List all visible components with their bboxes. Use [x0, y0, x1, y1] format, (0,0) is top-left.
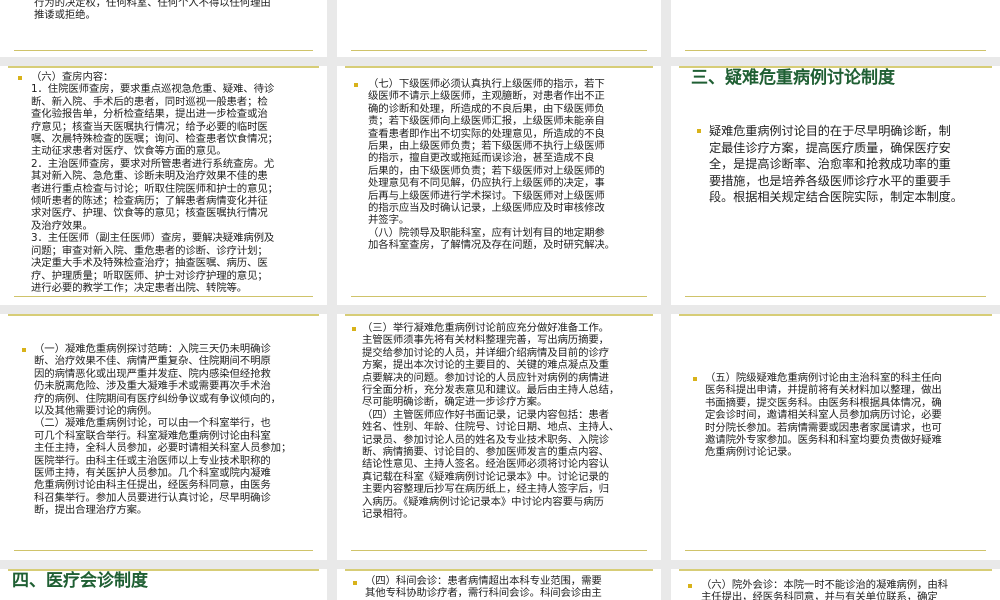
slide-text: （一）凝难危重病例探讨范畴：入院三天仍未明确诊 断、治疗效果不佳、病情严重复杂、…: [34, 343, 292, 517]
slide-text: （六）查房内容： 1．住院医师查房，要求重点巡视急危重、疑难、待诊 断、新入院、…: [31, 71, 278, 294]
slide-top-center: [337, 0, 661, 57]
slide-text: （四）科间会诊：患者病情超出本科专业范围，需要 其他专科协助诊疗者，需行科间会诊…: [365, 575, 602, 600]
gap-col-1: [327, 0, 337, 600]
slide-bottom-right: （六）院外会诊：本院一时不能诊治的凝难病例，由科 主任提出，经医务科同意，并与有…: [671, 569, 1000, 600]
slide-low-center: （三）举行凝难危重病例讨论前应充分做好准备工作。 主管医师须事先将有关材料整理完…: [337, 314, 661, 560]
slide-top-rule: [8, 66, 319, 68]
slide-bottom-rule: [685, 296, 986, 297]
slide-top-rule: [679, 569, 992, 571]
slide-bottom-rule: [685, 50, 986, 51]
slide-heading: 三、疑难危重病例讨论制度: [691, 68, 895, 88]
bullet-icon: [352, 327, 356, 331]
slide-bottom-center: （四）科间会诊：患者病情超出本科专业范围，需要 其他专科协助诊疗者，需行科间会诊…: [337, 569, 661, 600]
slide-heading: 四、医疗会诊制度: [12, 571, 148, 591]
slide-text: 行为的决定权，任何科室、任何个人不得以任何理由 推诿或拒绝。: [34, 0, 271, 22]
bullet-icon: [693, 377, 697, 381]
slide-top-rule: [679, 314, 992, 316]
slide-bottom-rule: [351, 50, 647, 51]
gap-row-1: [0, 57, 1000, 66]
slide-bottom-left: 四、医疗会诊制度: [0, 569, 327, 600]
slide-text: 疑难危重病例讨论目的在于尽早明确诊断，制 定最佳诊疗方案，提高医疗质量，确保医疗…: [709, 124, 963, 204]
bullet-icon: [697, 129, 701, 133]
slide-bottom-rule: [351, 550, 647, 551]
bullet-icon: [18, 76, 22, 80]
slide-top-rule: [8, 314, 319, 316]
slide-top-rule: [345, 569, 653, 571]
bullet-icon: [688, 584, 692, 588]
slide-top-rule: [345, 66, 653, 68]
slide-top-left: 行为的决定权，任何科室、任何个人不得以任何理由 推诿或拒绝。: [0, 0, 327, 57]
slide-text: （三）举行凝难危重病例讨论前应充分做好准备工作。 主管医师须事先将有关材料整理完…: [362, 322, 620, 521]
slide-bottom-rule: [685, 550, 986, 551]
gap-row-3: [0, 560, 1000, 569]
slide-mid-left: （六）查房内容： 1．住院医师查房，要求重点巡视急危重、疑难、待诊 断、新入院、…: [0, 66, 327, 305]
slide-low-left: （一）凝难危重病例探讨范畴：入院三天仍未明确诊 断、治疗效果不佳、病情严重复杂、…: [0, 314, 327, 560]
slide-bottom-rule: [14, 550, 313, 551]
slide-text: （五）院级疑难危重病例讨论由主治科室的科主任向 医务科提出申请，并提前将有关材料…: [705, 372, 942, 459]
slide-top-rule: [345, 314, 653, 316]
slide-low-right: （五）院级疑难危重病例讨论由主治科室的科主任向 医务科提出申请，并提前将有关材料…: [671, 314, 1000, 560]
gap-col-2: [661, 0, 671, 600]
gap-row-2: [0, 305, 1000, 314]
slide-text: （六）院外会诊：本院一时不能诊治的凝难病例，由科 主任提出，经医务科同意，并与有…: [701, 579, 948, 600]
slide-bottom-rule: [14, 296, 313, 297]
slide-bottom-rule: [14, 50, 313, 51]
bullet-icon: [353, 581, 357, 585]
bullet-icon: [354, 83, 358, 87]
slide-top-right: [671, 0, 1000, 57]
slide-text: （七）下级医师必须认真执行上级医师的指示，若下 级医师不请示上级医师，主观臆断，…: [368, 78, 615, 252]
bullet-icon: [22, 348, 26, 352]
slide-bottom-rule: [351, 296, 647, 297]
slide-mid-center: （七）下级医师必须认真执行上级医师的指示，若下 级医师不请示上级医师，主观臆断，…: [337, 66, 661, 305]
slide-mid-right: 三、疑难危重病例讨论制度 疑难危重病例讨论目的在于尽早明确诊断，制 定最佳诊疗方…: [671, 66, 1000, 305]
